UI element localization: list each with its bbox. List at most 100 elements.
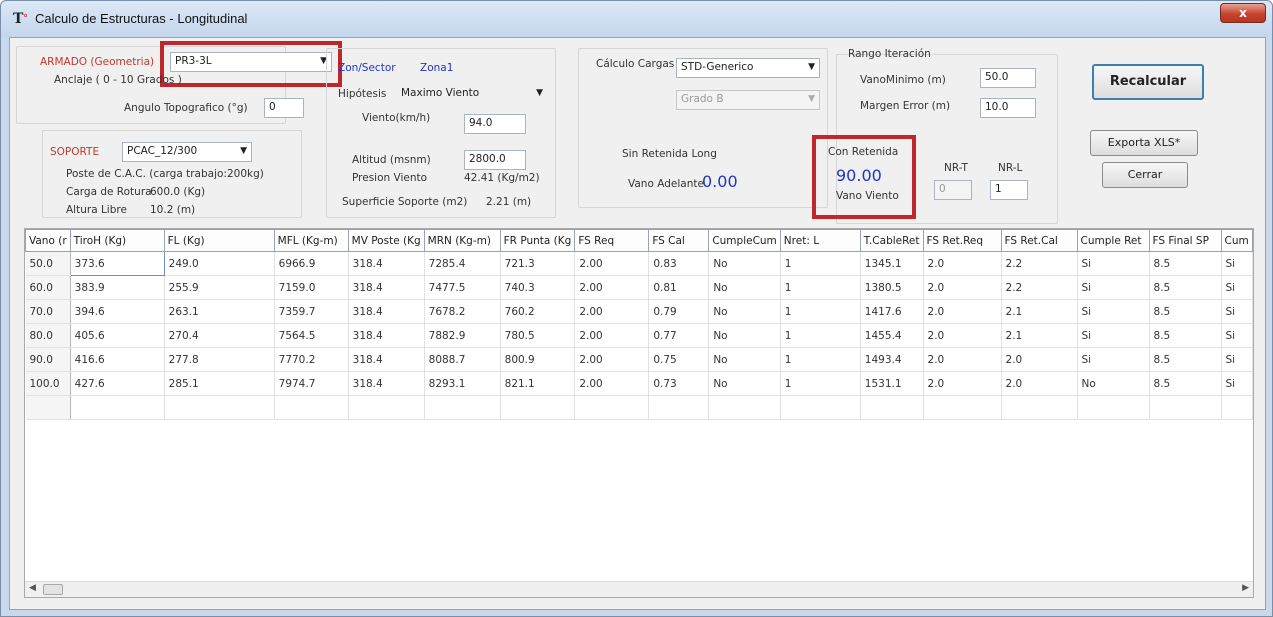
table-row[interactable]: 100.0 427.6 285.1 7974.7 318.4 8293.1 821.1 2.0… [25,371,1253,396]
table-cell[interactable] [348,395,425,420]
table-cell[interactable]: Si [1077,251,1150,276]
column-header[interactable]: FS Final SP [1148,229,1222,252]
table-cell[interactable]: 2.0 [923,275,1002,300]
table-cell[interactable] [424,395,501,420]
column-header[interactable]: CumpleCum [708,229,781,252]
table-cell[interactable]: 7770.2 [274,347,349,372]
table-cell[interactable]: 7159.0 [274,275,349,300]
table-cell[interactable] [574,395,650,420]
table-cell[interactable]: 7974.7 [274,371,349,396]
table-cell[interactable] [648,395,710,420]
table-cell[interactable]: 8.5 [1149,275,1222,300]
column-header[interactable]: FR Punta (Kg [499,229,576,252]
table-cell[interactable]: 821.1 [500,371,576,396]
table-cell[interactable]: 760.2 [500,299,576,324]
table-cell[interactable]: 2.1 [1001,299,1078,324]
nrt-field[interactable]: 0 [934,180,972,200]
table-cell[interactable]: Si [1221,299,1253,324]
table-cell[interactable]: 373.6 [69,251,165,276]
hipotesis-select[interactable]: Maximo Viento ▼ [396,84,548,104]
table-cell[interactable]: 2.00 [574,371,650,396]
table-cell[interactable]: Si [1077,275,1150,300]
table-cell[interactable]: 2.00 [574,347,650,372]
arrow-right-icon[interactable]: ▶ [1242,583,1249,593]
table-cell[interactable]: 740.3 [500,275,576,300]
table-cell[interactable]: 7359.7 [274,299,349,324]
table-cell[interactable]: 2.00 [574,251,650,276]
table-cell[interactable]: 263.1 [164,299,275,324]
table-cell[interactable]: 2.0 [923,299,1002,324]
table-cell[interactable] [1001,395,1078,420]
table-cell[interactable] [860,395,924,420]
table-cell[interactable]: No [708,347,781,372]
table-cell[interactable]: 1 [780,371,861,396]
cerrar-button[interactable]: Cerrar [1102,162,1188,188]
table-cell[interactable]: 7564.5 [274,323,349,348]
table-cell[interactable]: 318.4 [348,323,425,348]
table-cell[interactable] [500,395,576,420]
close-button[interactable]: x [1220,3,1266,23]
column-header[interactable]: MV Poste (Kg [347,229,425,252]
altitud-field[interactable]: 2800.0 [464,150,526,170]
table-cell[interactable]: 1 [780,251,861,276]
table-row[interactable]: 70.0 394.6 263.1 7359.7 318.4 7678.2 760.2 2.00… [25,299,1253,324]
table-cell[interactable]: 2.00 [574,275,650,300]
table-cell[interactable]: 318.4 [348,371,425,396]
table-cell[interactable]: 1531.1 [860,371,924,396]
table-cell[interactable]: 6966.9 [274,251,349,276]
table-cell[interactable]: 1 [780,323,861,348]
column-header[interactable]: MFL (Kg-m) [273,229,349,252]
table-cell[interactable]: 2.2 [1001,251,1078,276]
table-cell[interactable]: 100.0 [25,371,71,396]
table-cell[interactable]: Si [1221,251,1253,276]
margen-field[interactable]: 10.0 [980,98,1036,118]
table-cell[interactable]: No [1077,371,1150,396]
table-cell[interactable] [923,395,1002,420]
table-cell[interactable]: 70.0 [25,299,71,324]
viento-field[interactable]: 94.0 [464,114,526,134]
arrow-left-icon[interactable]: ◀ [29,583,36,593]
table-cell[interactable] [25,395,71,420]
table-cell[interactable]: 394.6 [70,299,165,324]
table-cell[interactable]: 2.00 [574,299,650,324]
table-cell[interactable] [274,395,349,420]
table-cell[interactable]: 2.00 [574,323,650,348]
table-cell[interactable]: 50.0 [25,251,71,276]
table-cell[interactable] [1221,395,1253,420]
table-cell[interactable] [164,395,275,420]
column-header[interactable]: T.CableRet [859,229,924,252]
table-cell[interactable] [70,395,165,420]
table-cell[interactable]: 1493.4 [860,347,924,372]
nrl-field[interactable]: 1 [990,180,1028,200]
table-cell[interactable]: Si [1221,323,1253,348]
table-cell[interactable]: 8.5 [1149,347,1222,372]
table-cell[interactable]: No [708,275,781,300]
column-header[interactable]: TiroH (Kg) [69,229,165,252]
table-cell[interactable]: 800.9 [500,347,576,372]
table-cell[interactable]: 0.81 [648,275,710,300]
table-cell[interactable] [780,395,861,420]
table-cell[interactable]: 318.4 [348,251,425,276]
table-cell[interactable]: 780.5 [500,323,576,348]
table-cell[interactable] [708,395,781,420]
table-cell[interactable]: 7882.9 [424,323,501,348]
column-header[interactable]: Nret: L [779,229,861,252]
table-row[interactable]: 60.0 383.9 255.9 7159.0 318.4 7477.5 740.3 2.00… [25,275,1253,300]
table-cell[interactable]: 2.0 [923,371,1002,396]
table-cell[interactable]: 0.83 [648,251,710,276]
calculo-select[interactable]: STD-Generico ▼ [676,58,820,78]
grado-select[interactable]: Grado B ▼ [676,90,820,110]
table-cell[interactable]: 383.9 [70,275,165,300]
table-cell[interactable]: 2.0 [923,323,1002,348]
table-cell[interactable]: 1345.1 [860,251,924,276]
table-cell[interactable]: No [708,371,781,396]
table-cell[interactable]: Si [1221,371,1253,396]
table-cell[interactable]: 60.0 [25,275,71,300]
table-cell[interactable]: Si [1077,323,1150,348]
table-cell[interactable]: 8.5 [1149,299,1222,324]
title-bar[interactable]: T° Calculo de Estructuras - Longitudinal… [1,1,1272,37]
table-cell[interactable]: 270.4 [164,323,275,348]
table-cell[interactable]: 8.5 [1149,251,1222,276]
table-cell[interactable]: 7285.4 [424,251,501,276]
table-cell[interactable]: 80.0 [25,323,71,348]
